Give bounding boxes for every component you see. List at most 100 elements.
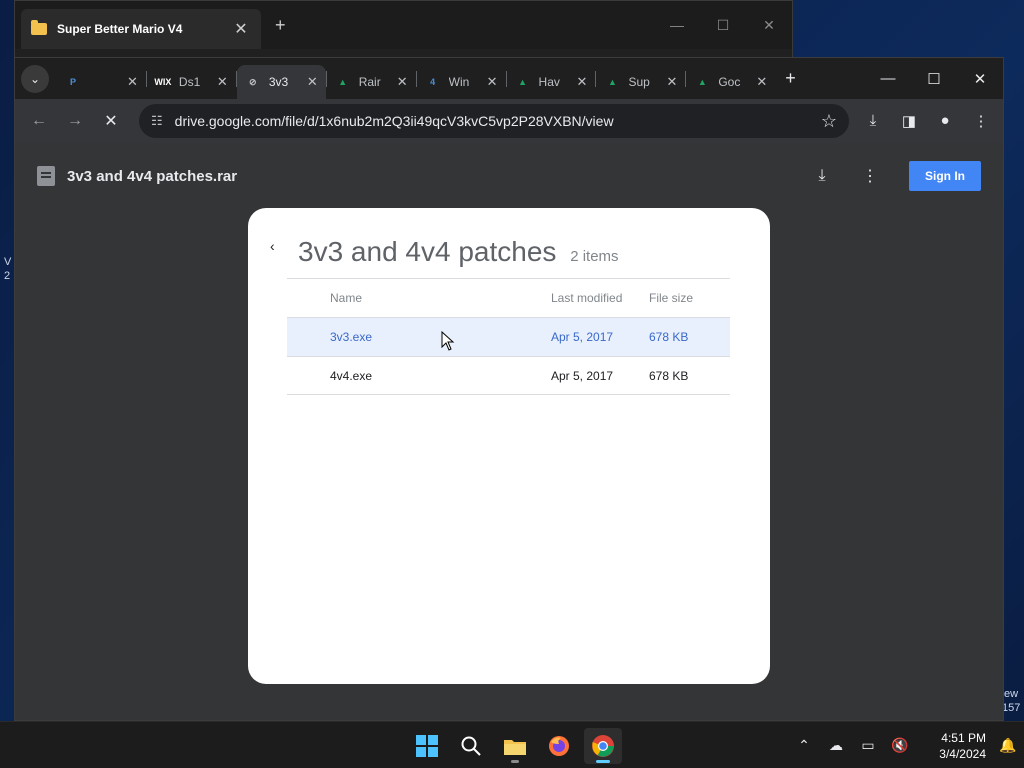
stop-loading-icon[interactable]: ✕ bbox=[97, 111, 125, 131]
more-options-icon[interactable]: ⋮ bbox=[855, 166, 885, 186]
new-tab-button[interactable]: + bbox=[785, 68, 796, 89]
downloads-icon[interactable]: ⤓ bbox=[861, 112, 885, 130]
taskbar: ⌃ ☁ ▭ 🔇 4:51 PM 3/4/2024 🔔 bbox=[0, 721, 1024, 768]
desktop-text-fragment: 2 bbox=[4, 270, 11, 282]
close-icon[interactable]: ✕ bbox=[231, 19, 251, 39]
tab-close-icon[interactable]: ✕ bbox=[666, 74, 677, 90]
file-explorer-icon bbox=[504, 740, 526, 755]
tab-favicon-icon: ▲ bbox=[607, 77, 617, 87]
file-type-icon bbox=[37, 166, 55, 186]
tab-close-icon[interactable]: ✕ bbox=[756, 74, 767, 90]
tab-label: 3v3 bbox=[268, 75, 289, 89]
file-size: 678 KB bbox=[649, 330, 689, 344]
back-arrow-icon[interactable]: ← bbox=[25, 112, 53, 130]
explorer-titlebar[interactable]: Super Better Mario V4 ✕ + — ☐ ✕ bbox=[15, 1, 792, 49]
tab-favicon-icon: P bbox=[69, 77, 76, 87]
file-explorer-button[interactable] bbox=[496, 728, 534, 764]
browser-tab[interactable]: 4 Win ✕ bbox=[417, 65, 506, 99]
file-name[interactable]: 4v4.exe bbox=[287, 369, 551, 383]
forward-arrow-icon[interactable]: → bbox=[61, 112, 89, 130]
tab-close-icon[interactable]: ✕ bbox=[127, 74, 138, 90]
explorer-tab-title: Super Better Mario V4 bbox=[57, 22, 183, 36]
item-count: 2 items bbox=[570, 248, 619, 265]
file-title: 3v3 and 4v4 patches.rar bbox=[67, 167, 238, 185]
tab-favicon-icon: ▲ bbox=[338, 77, 348, 87]
site-info-icon[interactable]: ☷ bbox=[151, 113, 163, 129]
file-modified: Apr 5, 2017 bbox=[551, 368, 614, 383]
browser-tab[interactable]: ▲ Goc ✕ bbox=[686, 65, 775, 99]
desktop-text-fragment: V bbox=[4, 256, 12, 268]
tab-close-icon[interactable]: ✕ bbox=[577, 74, 588, 90]
sign-in-button[interactable]: Sign In bbox=[909, 161, 981, 191]
maximize-button[interactable]: ☐ bbox=[700, 17, 746, 34]
tab-close-icon[interactable]: ✕ bbox=[487, 74, 498, 90]
explorer-tab[interactable]: Super Better Mario V4 ✕ bbox=[21, 9, 261, 49]
tab-close-icon[interactable]: ✕ bbox=[307, 74, 318, 90]
system-tray: ⌃ ☁ ▭ 🔇 4:51 PM 3/4/2024 🔔 bbox=[788, 722, 1024, 768]
browser-tab[interactable]: P ✕ bbox=[57, 65, 146, 99]
table-header: Name Last modified File size bbox=[287, 278, 730, 317]
file-size: 678 KB bbox=[649, 368, 689, 383]
chevron-up-icon[interactable]: ⌃ bbox=[788, 737, 820, 754]
chrome-icon bbox=[592, 735, 614, 757]
column-name: Name bbox=[330, 291, 363, 305]
side-panel-icon[interactable]: ◨ bbox=[897, 112, 921, 130]
address-bar[interactable]: ☷ drive.google.com/file/d/1x6nub2m2Q3ii4… bbox=[139, 104, 849, 138]
chrome-button[interactable] bbox=[584, 728, 622, 764]
cloud-offline-icon[interactable]: ☁ bbox=[820, 737, 852, 754]
firefox-icon bbox=[549, 736, 569, 756]
browser-tab[interactable]: ▲ Sup ✕ bbox=[596, 65, 685, 99]
column-modified: Last modified bbox=[551, 291, 623, 305]
menu-kebab-icon[interactable]: ⋮ bbox=[969, 112, 993, 130]
archive-contents-card: ‹ 3v3 and 4v4 patches 2 items Name Last … bbox=[248, 208, 770, 684]
firefox-button[interactable] bbox=[540, 728, 578, 764]
maximize-button[interactable]: ☐ bbox=[911, 70, 957, 88]
file-table: Name Last modified File size 3v3.exe Apr… bbox=[287, 278, 730, 395]
minimize-button[interactable]: — bbox=[654, 17, 700, 34]
tab-search-button[interactable]: ⌄ bbox=[21, 64, 49, 93]
tab-label: Win bbox=[448, 75, 470, 89]
close-window-button[interactable]: ✕ bbox=[957, 70, 1003, 88]
tab-favicon-icon: ▲ bbox=[518, 77, 527, 87]
start-button[interactable] bbox=[408, 728, 446, 764]
search-icon bbox=[461, 736, 481, 756]
table-row[interactable]: 3v3.exe Apr 5, 2017 678 KB bbox=[287, 317, 730, 356]
archive-title-text: 3v3 and 4v4 patches bbox=[298, 236, 557, 267]
close-window-button[interactable]: ✕ bbox=[746, 17, 792, 34]
notification-bell-icon[interactable]: 🔔 bbox=[992, 737, 1024, 754]
clock-date: 3/4/2024 bbox=[939, 746, 986, 761]
tab-label: Sup bbox=[628, 75, 650, 89]
volume-muted-icon[interactable]: 🔇 bbox=[884, 737, 916, 754]
profile-icon[interactable]: ● bbox=[933, 112, 957, 130]
clock[interactable]: 4:51 PM 3/4/2024 bbox=[916, 730, 986, 762]
tab-favicon-icon: 4 bbox=[430, 77, 436, 87]
viewer-header: 3v3 and 4v4 patches.rar ⤓ ⋮ Sign In bbox=[15, 143, 1003, 209]
network-icon[interactable]: ▭ bbox=[852, 737, 884, 754]
file-name[interactable]: 3v3.exe bbox=[287, 330, 551, 344]
archive-title: 3v3 and 4v4 patches 2 items bbox=[298, 236, 619, 268]
table-row[interactable]: 4v4.exe Apr 5, 2017 678 KB bbox=[287, 356, 730, 395]
clock-time: 4:51 PM bbox=[941, 730, 986, 745]
file-modified: Apr 5, 2017 bbox=[551, 330, 614, 344]
browser-tab[interactable]: WIX Ds1 ✕ bbox=[147, 65, 236, 99]
browser-tab[interactable]: ▲ Rair ✕ bbox=[327, 65, 416, 99]
browser-tab[interactable]: ⊘ 3v3 ✕ bbox=[236, 65, 326, 99]
back-chevron-icon[interactable]: ‹ bbox=[270, 238, 275, 254]
download-icon[interactable]: ⤓ bbox=[807, 167, 837, 185]
desktop-text-fragment: 157 bbox=[1002, 702, 1021, 714]
tab-label: Rair bbox=[358, 75, 381, 89]
bookmark-star-icon[interactable]: ☆ bbox=[821, 111, 837, 132]
folder-icon bbox=[31, 20, 47, 35]
tab-favicon-icon: WIX bbox=[154, 77, 172, 87]
url-text[interactable]: drive.google.com/file/d/1x6nub2m2Q3ii49q… bbox=[175, 113, 821, 129]
new-tab-button[interactable]: + bbox=[275, 15, 286, 36]
tab-favicon-icon: ▲ bbox=[697, 77, 707, 87]
search-button[interactable] bbox=[452, 728, 490, 764]
minimize-button[interactable]: — bbox=[865, 70, 911, 88]
tab-close-icon[interactable]: ✕ bbox=[217, 74, 228, 90]
tab-label: Hav bbox=[538, 75, 560, 89]
tab-strip: ⌄ P ✕ WIX Ds1 ✕ ⊘ 3v3 ✕ ▲ Rair ✕ 4 Win ✕ ▲ Hav ✕ ▲ Sup ✕ ▲ Go… bbox=[15, 58, 1003, 99]
tab-close-icon[interactable]: ✕ bbox=[397, 74, 408, 90]
browser-window[interactable]: ⌄ P ✕ WIX Ds1 ✕ ⊘ 3v3 ✕ ▲ Rair ✕ 4 Win ✕ ▲ Hav ✕ ▲ Sup ✕ ▲ Go… bbox=[14, 57, 1004, 721]
browser-tab[interactable]: ▲ Hav ✕ bbox=[507, 65, 596, 99]
